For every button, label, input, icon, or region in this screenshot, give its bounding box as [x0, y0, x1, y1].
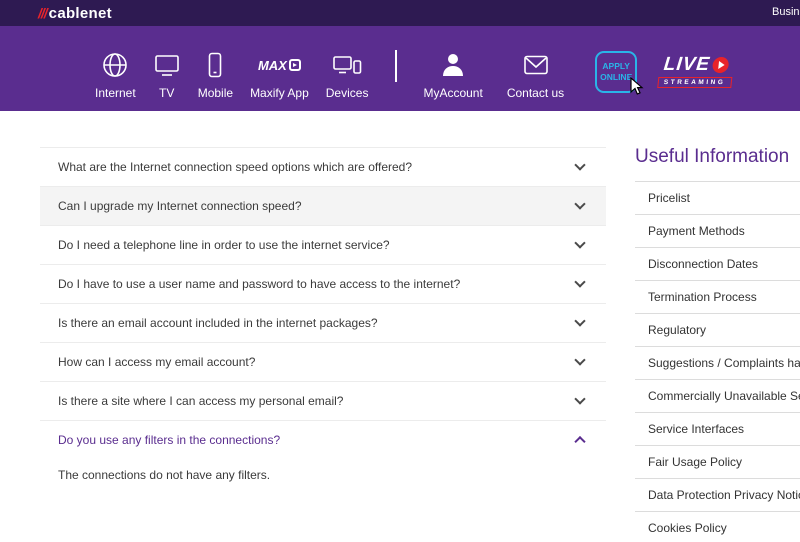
chevron-up-icon [574, 436, 585, 447]
logo-text: cablenet [49, 5, 112, 22]
live-streaming-logo[interactable]: LIVE STREAMING [657, 54, 734, 88]
nav-item-label: Contact us [507, 86, 564, 100]
chevron-down-icon [574, 315, 585, 326]
nav-item-label: Maxify App [250, 86, 309, 100]
sidebar-item-termination-process[interactable]: Termination Process [635, 280, 800, 313]
maxify-logo-icon: MAX [258, 49, 301, 81]
faq-question-row[interactable]: Do I need a telephone line in order to u… [40, 226, 606, 265]
faq-question-text: What are the Internet connection speed o… [58, 160, 412, 174]
envelope-icon [522, 49, 550, 81]
play-icon [712, 57, 730, 73]
sidebar-item-disconnection-dates[interactable]: Disconnection Dates [635, 247, 800, 280]
nav-item-label: TV [159, 86, 174, 100]
sidebar-item-service-interfaces[interactable]: Service Interfaces [635, 412, 800, 445]
chevron-down-icon [574, 159, 585, 170]
sidebar-title: Useful Information [635, 146, 800, 168]
user-icon [440, 49, 466, 81]
tv-icon [153, 49, 181, 81]
faq-question-text: Is there an email account included in th… [58, 316, 378, 330]
sidebar-item-fair-usage-policy[interactable]: Fair Usage Policy [635, 445, 800, 478]
nav-item-contact-us[interactable]: Contact us [507, 26, 564, 111]
logo-slashes-icon: /// [38, 5, 47, 21]
chevron-down-icon [574, 393, 585, 404]
faq-question-text: Can I upgrade my Internet connection spe… [58, 199, 302, 213]
sidebar-item-data-protection[interactable]: Data Protection Privacy Notice [635, 478, 800, 511]
topbar: /// cablenet Business [0, 0, 800, 26]
faq-question-row[interactable]: Do I have to use a user name and passwor… [40, 265, 606, 304]
globe-icon [101, 49, 129, 81]
chevron-down-icon [574, 354, 585, 365]
faq-question-row[interactable]: Is there an email account included in th… [40, 304, 606, 343]
faq-question-row[interactable]: Is there a site where I can access my pe… [40, 382, 606, 421]
chevron-down-icon [574, 276, 585, 287]
cursor-pointer-icon [628, 77, 644, 96]
nav-item-label: Mobile [198, 86, 233, 100]
faq-question-text: How can I access my email account? [58, 355, 255, 369]
main-navbar: Internet TV Mobile MAX [0, 26, 800, 111]
mobile-icon [202, 49, 228, 81]
nav-item-mobile[interactable]: Mobile [198, 26, 233, 111]
faq-question-text: Do I have to use a user name and passwor… [58, 277, 460, 291]
nav-item-label: Devices [326, 86, 369, 100]
faq-question-text: Do I need a telephone line in order to u… [58, 238, 390, 252]
apply-online-button[interactable]: APPLY ONLINE [595, 51, 637, 93]
sidebar-item-cookies-policy[interactable]: Cookies Policy [635, 511, 800, 542]
live-text: LIVE [663, 54, 712, 76]
cablenet-logo[interactable]: /// cablenet [38, 0, 112, 26]
nav-item-devices[interactable]: Devices [326, 26, 369, 111]
faq-question-text: Is there a site where I can access my pe… [58, 394, 343, 408]
nav-item-label: Internet [95, 86, 136, 100]
business-link[interactable]: Business [772, 6, 800, 18]
chevron-down-icon [574, 237, 585, 248]
nav-divider [395, 50, 397, 82]
faq-question-row[interactable]: How can I access my email account? [40, 343, 606, 382]
sidebar-item-regulatory[interactable]: Regulatory [635, 313, 800, 346]
faq-question-text: Do you use any filters in the connection… [58, 433, 280, 447]
faq-question-row-expanded[interactable]: Do you use any filters in the connection… [40, 421, 606, 459]
nav-item-internet[interactable]: Internet [95, 26, 136, 111]
nav-item-maxify-app[interactable]: MAX Maxify App [250, 26, 309, 111]
sidebar-item-commercially-unavailable[interactable]: Commercially Unavailable Services [635, 379, 800, 412]
nav-item-label: MyAccount [423, 86, 482, 100]
cablenet-faq-page: /// cablenet Business Internet [0, 0, 800, 542]
chevron-down-icon [574, 198, 585, 209]
faq-question-row[interactable]: What are the Internet connection speed o… [40, 148, 606, 187]
faq-question-row[interactable]: Can I upgrade my Internet connection spe… [40, 187, 606, 226]
streaming-text: STREAMING [657, 77, 732, 88]
useful-information-sidebar: Useful Information Pricelist Payment Met… [635, 146, 800, 542]
sidebar-item-pricelist[interactable]: Pricelist [635, 181, 800, 214]
sidebar-item-suggestions-complaints[interactable]: Suggestions / Complaints handling [635, 346, 800, 379]
faq-accordion: What are the Internet connection speed o… [40, 147, 606, 459]
devices-icon [332, 49, 362, 81]
nav-item-tv[interactable]: TV [153, 26, 181, 111]
sidebar-item-payment-methods[interactable]: Payment Methods [635, 214, 800, 247]
nav-item-myaccount[interactable]: MyAccount [423, 26, 482, 111]
faq-answer-text: The connections do not have any filters. [58, 468, 578, 482]
apply-line1: APPLY [602, 61, 630, 72]
